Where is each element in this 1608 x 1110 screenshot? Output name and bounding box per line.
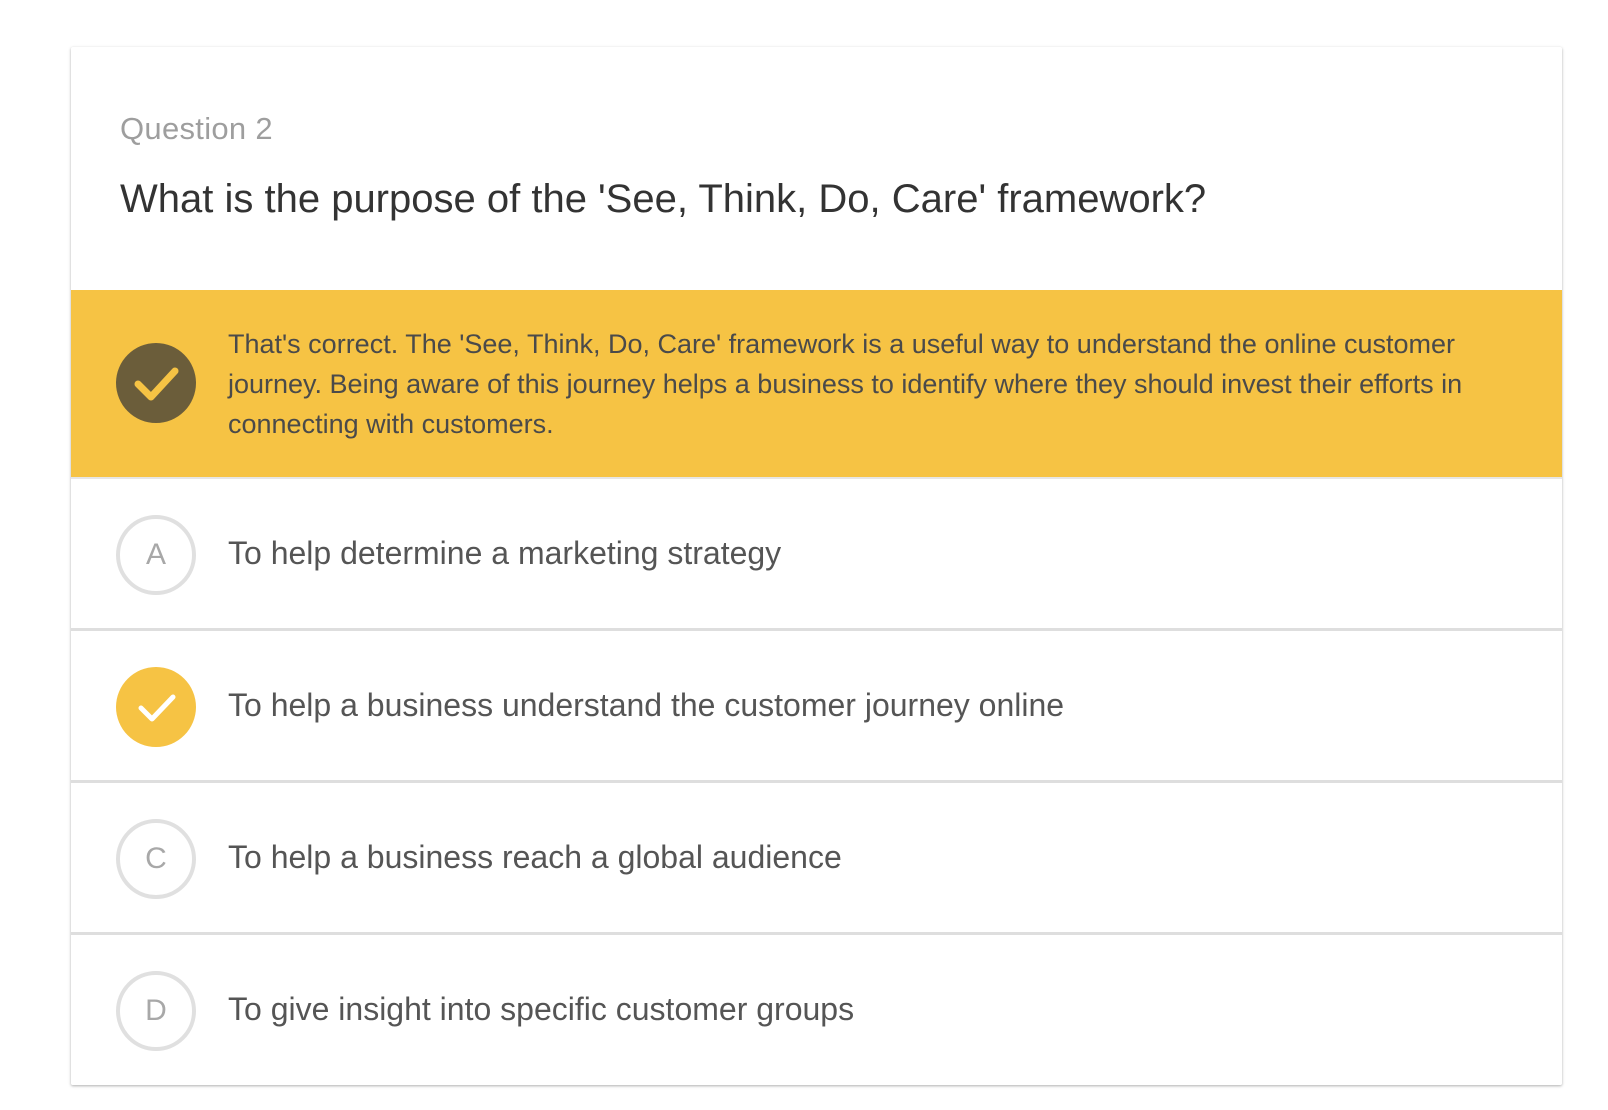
feedback-banner: That's correct. The 'See, Think, Do, Car… <box>71 290 1562 479</box>
option-d[interactable]: D To give insight into specific customer… <box>71 935 1562 1085</box>
question-text: What is the purpose of the 'See, Think, … <box>120 177 1207 221</box>
question-header: Question 2 What is the purpose of the 'S… <box>71 47 1562 290</box>
option-d-text: To give insight into specific customer g… <box>228 991 855 1027</box>
option-c-letter: C <box>116 819 196 899</box>
option-b[interactable]: To help a business understand the custom… <box>71 631 1562 783</box>
option-a-letter: A <box>116 515 196 595</box>
quiz-card: Question 2 What is the purpose of the 'S… <box>71 47 1562 1085</box>
question-number: Question 2 <box>120 111 273 146</box>
option-a[interactable]: A To help determine a marketing strategy <box>71 479 1562 631</box>
option-c-text: To help a business reach a global audien… <box>228 839 842 875</box>
check-circle-icon <box>116 343 196 423</box>
option-c[interactable]: C To help a business reach a global audi… <box>71 783 1562 935</box>
option-d-letter: D <box>116 971 196 1051</box>
option-b-text: To help a business understand the custom… <box>228 687 1065 723</box>
feedback-text: That's correct. The 'See, Think, Do, Car… <box>228 329 1463 439</box>
selected-check-icon <box>116 667 196 747</box>
option-a-text: To help determine a marketing strategy <box>228 535 782 571</box>
